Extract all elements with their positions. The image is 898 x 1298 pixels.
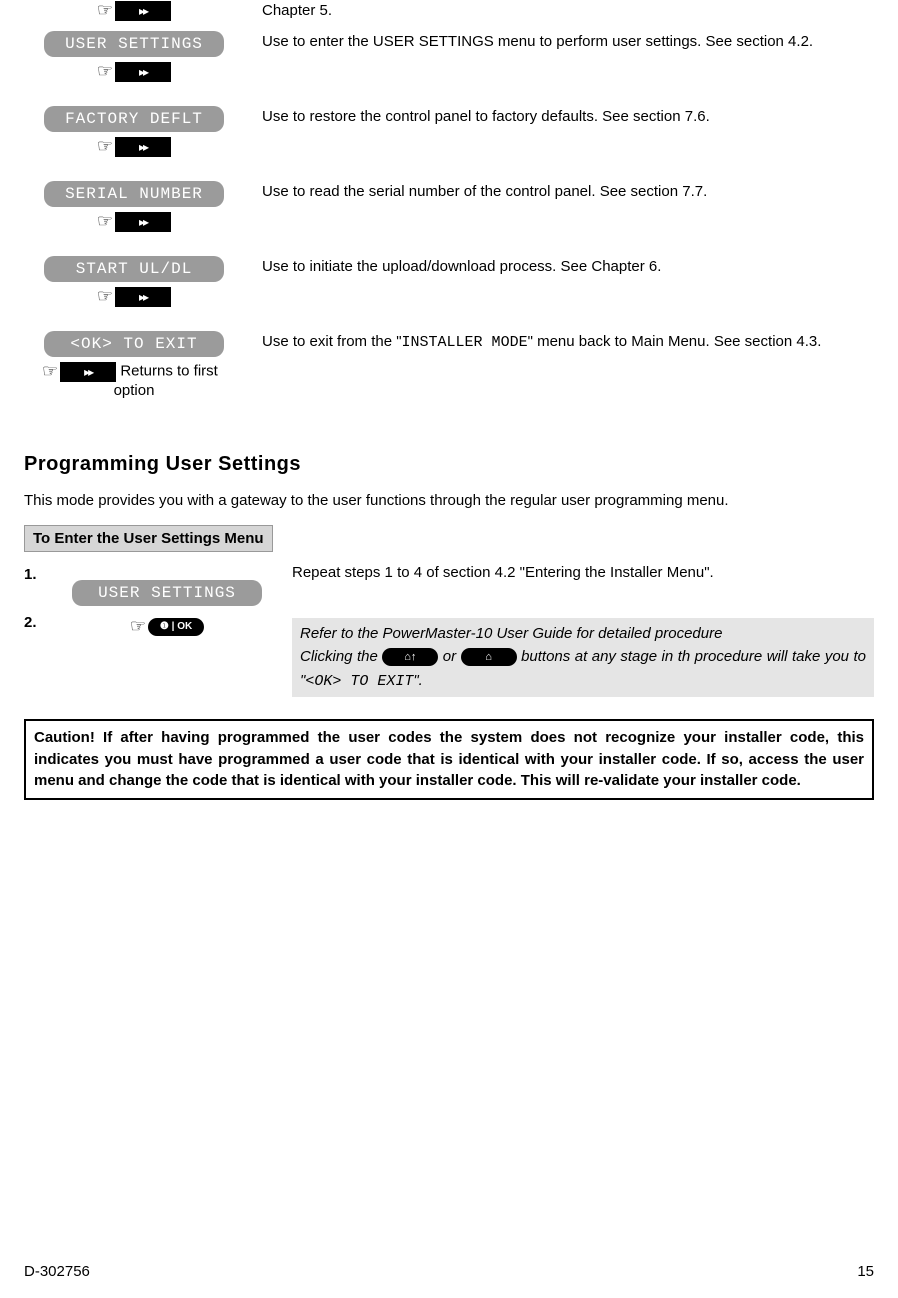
note-box: Refer to the PowerMaster-10 User Guide f… <box>292 618 874 697</box>
sub-header: To Enter the User Settings Menu <box>24 525 273 552</box>
lcd-user-settings: USER SETTINGS <box>44 31 224 57</box>
caution-box: Caution! If after having programmed the … <box>24 719 874 800</box>
menu-desc: Use to initiate the upload/download proc… <box>244 242 874 317</box>
nav-hint: ☞ <box>24 0 244 21</box>
note-line1: Refer to the PowerMaster-10 User Guide f… <box>300 622 866 645</box>
step-number: 2. <box>24 610 52 697</box>
desc-pre: Use to exit from the " <box>262 333 402 350</box>
note-line2: Clicking the ⌂↑ or ⌂ buttons at any stag… <box>300 645 866 693</box>
menu-desc: Use to read the serial number of the con… <box>244 167 874 242</box>
lcd-factory-deflt: FACTORY DEFLT <box>44 106 224 132</box>
ok-button-icon: ❶ | OK <box>148 618 204 636</box>
nav-hint: ☞ <box>24 211 244 232</box>
steps-table: 1. USER SETTINGS Repeat steps 1 to 4 of … <box>24 562 874 697</box>
nav-hint: ☞ <box>24 286 244 307</box>
footer-doc-id: D-302756 <box>24 1263 90 1280</box>
next-button-icon <box>115 212 171 232</box>
returns-text-2: option <box>24 382 244 399</box>
note-l2b: or <box>438 648 460 665</box>
pointing-hand-icon: ☞ <box>42 361 58 382</box>
next-button-icon <box>115 287 171 307</box>
pointing-hand-icon: ☞ <box>97 136 113 157</box>
away-button-icon: ⌂↑ <box>382 648 438 666</box>
desc-mono: INSTALLER MODE <box>402 334 528 351</box>
pointing-hand-icon: ☞ <box>97 0 113 21</box>
lcd-ok-to-exit: <OK> TO EXIT <box>44 331 224 357</box>
returns-text: Returns to first <box>120 362 218 379</box>
footer-page-number: 15 <box>857 1263 874 1280</box>
next-button-icon <box>115 1 171 21</box>
note-l2d: ". <box>413 672 423 689</box>
section-heading: Programming User Settings <box>24 453 874 476</box>
pointing-hand-icon: ☞ <box>97 61 113 82</box>
lcd-user-settings-step: USER SETTINGS <box>72 580 262 606</box>
pointing-hand-icon: ☞ <box>130 616 146 637</box>
next-button-icon <box>60 362 116 382</box>
installer-menu-list: ☞ Chapter 5. USER SETTINGS ☞ Use to ente… <box>24 0 874 403</box>
step-number: 1. <box>24 562 52 610</box>
nav-hint: ☞ <box>24 136 244 157</box>
next-button-icon <box>115 137 171 157</box>
note-mono: <OK> TO EXIT <box>305 673 413 690</box>
menu-desc: Use to exit from the "INSTALLER MODE" me… <box>244 317 874 403</box>
lcd-serial-number: SERIAL NUMBER <box>44 181 224 207</box>
menu-desc: Use to enter the USER SETTINGS menu to p… <box>244 31 874 92</box>
section-intro: This mode provides you with a gateway to… <box>24 490 874 511</box>
menu-desc: Use to restore the control panel to fact… <box>244 92 874 167</box>
pointing-hand-icon: ☞ <box>97 286 113 307</box>
page-footer: D-302756 15 <box>24 1263 874 1280</box>
step-text: Repeat steps 1 to 4 of section 4.2 "Ente… <box>282 562 874 610</box>
next-button-icon <box>115 62 171 82</box>
lcd-start-ul-dl: START UL/DL <box>44 256 224 282</box>
note-l2a: Clicking the <box>300 648 382 665</box>
desc-post: " menu back to Main Menu. See section 4.… <box>528 333 822 350</box>
menu-desc: Chapter 5. <box>244 0 874 31</box>
home-button-icon: ⌂ <box>461 648 517 666</box>
pointing-hand-icon: ☞ <box>97 211 113 232</box>
nav-hint: ☞ <box>24 61 244 82</box>
